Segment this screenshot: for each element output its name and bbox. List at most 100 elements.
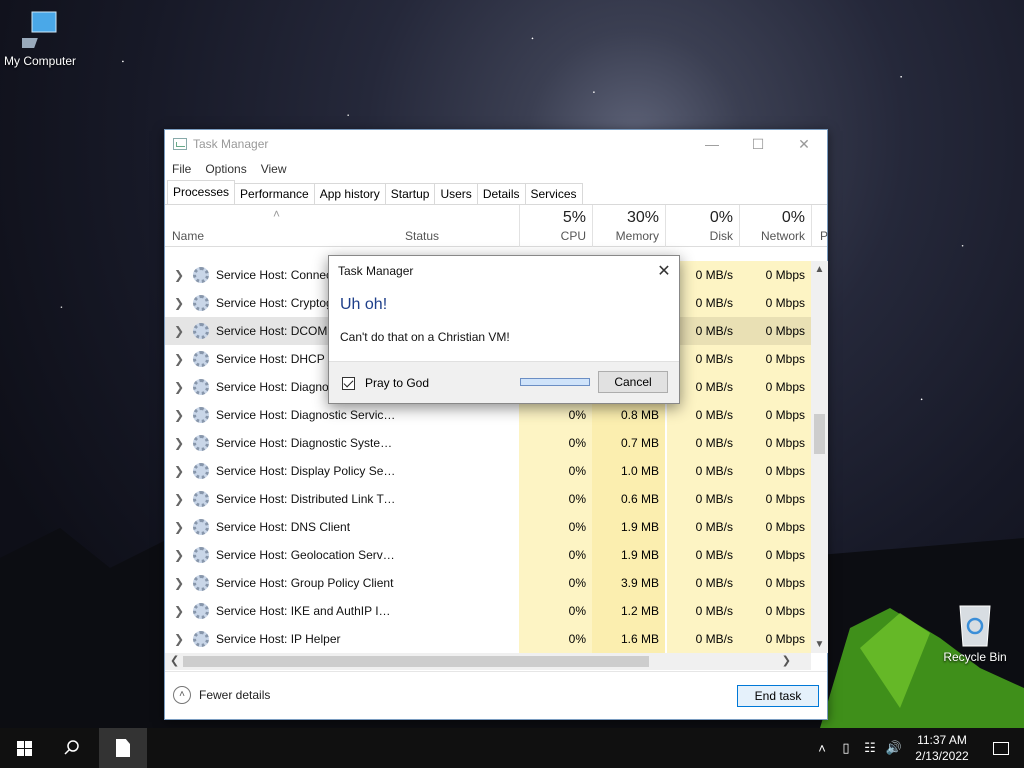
notifications-button[interactable] [978,741,1024,755]
scroll-down-icon[interactable]: ▼ [811,639,828,650]
column-divider [665,205,666,247]
network-cell: 0 Mbps [739,373,811,401]
minimize-button[interactable]: — [689,130,735,158]
menu-options[interactable]: Options [205,162,246,176]
recycle-bin-icon [959,605,991,647]
gear-icon [193,267,209,283]
process-row[interactable]: 0% 1.0 MB 0 MB/s 0 Mbps ❯ Service Host: Displ… [165,457,811,485]
process-name: Service Host: Group Policy Client [216,576,394,590]
maximize-button[interactable]: ☐ [735,130,781,158]
chevron-up-icon: ˄ [173,686,191,704]
tab-users[interactable]: Users [434,183,478,204]
process-row[interactable]: 0% 1.9 MB 0 MB/s 0 Mbps ❯ Service Host: DNS C… [165,513,811,541]
process-row[interactable]: 0% 3.9 MB 0 MB/s 0 Mbps ❯ Service Host: Group… [165,569,811,597]
fewer-details-button[interactable]: ˄ Fewer details [173,686,270,704]
battery-icon[interactable]: ▯ [834,740,858,756]
expand-chevron-icon[interactable]: ❯ [174,576,184,590]
scroll-right-icon[interactable]: ❯ [782,654,791,667]
process-name: Service Host: Display Policy Serv... [216,464,396,478]
process-row[interactable]: 0% 1.2 MB 0 MB/s 0 Mbps ❯ Service Host: IKE a… [165,597,811,625]
expand-chevron-icon[interactable]: ❯ [174,268,184,282]
expand-chevron-icon[interactable]: ❯ [174,604,184,618]
error-dialog: Task Manager ✕ Uh oh! Can't do that on a… [328,255,680,404]
cancel-button[interactable]: Cancel [598,371,668,393]
column-divider [811,205,812,247]
expand-chevron-icon[interactable]: ❯ [174,492,184,506]
column-status[interactable]: Status [405,229,439,243]
process-row[interactable]: 0% 1.6 MB 0 MB/s 0 Mbps ❯ Service Host: IP He… [165,625,811,653]
disk-cell: 0 MB/s [667,597,739,625]
gear-icon [193,491,209,507]
column-memory[interactable]: Memory [592,229,659,243]
menu-view[interactable]: View [261,162,287,176]
scroll-up-icon[interactable]: ▲ [811,264,828,275]
checkbox-checked-icon[interactable] [342,376,355,390]
expand-chevron-icon[interactable]: ❯ [174,352,184,366]
process-row[interactable]: 0% 0.8 MB 0 MB/s 0 Mbps ❯ Service Host: Diagn… [165,401,811,429]
disk-cell: 0 MB/s [667,569,739,597]
column-disk[interactable]: Disk [667,229,733,243]
desktop-icon-my-computer[interactable]: My Computer [0,10,80,68]
process-name: Service Host: Distributed Link Tr... [216,492,396,506]
horizontal-scrollbar[interactable]: ❮ ❯ [165,653,811,670]
column-cpu[interactable]: CPU [519,229,586,243]
vertical-scroll-thumb[interactable] [814,414,825,454]
tab-strip: Processes Performance App history Startu… [165,180,827,205]
expand-chevron-icon[interactable]: ❯ [174,380,184,394]
volume-icon[interactable]: 🔊 [882,740,906,756]
expand-chevron-icon[interactable]: ❯ [174,324,184,338]
end-task-button[interactable]: End task [737,685,819,707]
memory-cell: 0.6 MB [592,485,665,513]
horizontal-scroll-thumb[interactable] [183,656,649,667]
process-row[interactable]: 0% 0.7 MB 0 MB/s 0 Mbps ❯ Service Host: Diagn… [165,429,811,457]
column-extra[interactable]: P [820,229,828,243]
network-cell: 0 Mbps [739,345,811,373]
tab-processes[interactable]: Processes [167,180,236,204]
search-button[interactable] [48,728,96,768]
title-bar[interactable]: Task Manager — ☐ ✕ [165,130,827,158]
expand-chevron-icon[interactable]: ❯ [174,548,184,562]
footer-bar: ˄ Fewer details End task [165,671,827,719]
close-button[interactable]: ✕ [781,130,827,158]
cpu-cell: 0% [519,597,592,625]
cpu-cell: 0% [519,541,592,569]
network-icon[interactable]: ☷ [858,740,882,756]
network-cell: 0 Mbps [739,485,811,513]
expand-chevron-icon[interactable]: ❯ [174,296,184,310]
process-row[interactable]: 0% 0.6 MB 0 MB/s 0 Mbps ❯ Service Host: Distr… [165,485,811,513]
cpu-cell: 0% [519,625,592,653]
notification-icon [993,741,1009,755]
sort-ascending-icon: ˄ [273,207,281,221]
disk-cell: 0 MB/s [667,401,739,429]
pray-checkbox[interactable]: Pray to God [342,376,429,390]
taskbar-app-task-manager[interactable] [99,728,147,768]
clock[interactable]: 11:37 AM 2/13/2022 [906,732,978,764]
tab-performance[interactable]: Performance [234,183,315,204]
column-name[interactable]: Name [172,229,204,243]
start-button[interactable] [0,728,48,768]
expand-chevron-icon[interactable]: ❯ [174,520,184,534]
vertical-scrollbar[interactable]: ▲ ▼ [811,261,828,653]
menu-file[interactable]: File [172,162,191,176]
memory-cell: 1.0 MB [592,457,665,485]
expand-chevron-icon[interactable]: ❯ [174,632,184,646]
chevron-up-icon[interactable]: ˄ [810,741,834,756]
expand-chevron-icon[interactable]: ❯ [174,464,184,478]
tab-startup[interactable]: Startup [384,183,436,204]
expand-chevron-icon[interactable]: ❯ [174,408,184,422]
memory-total: 30% [626,209,659,226]
cpu-cell: 0% [519,429,592,457]
tab-services[interactable]: Services [524,183,583,204]
dialog-close-icon[interactable]: ✕ [649,261,679,281]
process-name: Service Host: IP Helper [216,632,341,646]
scroll-left-icon[interactable]: ❮ [170,654,179,667]
tab-details[interactable]: Details [476,183,526,204]
dialog-button-bar: Pray to God Cancel [329,361,679,403]
memory-cell: 1.2 MB [592,597,665,625]
column-network[interactable]: Network [739,229,805,243]
dialog-title-bar[interactable]: Task Manager ✕ [329,256,679,286]
tab-app-history[interactable]: App history [313,183,386,204]
process-row[interactable]: 0% 1.9 MB 0 MB/s 0 Mbps ❯ Service Host: Geolo… [165,541,811,569]
expand-chevron-icon[interactable]: ❯ [174,436,184,450]
desktop-icon-recycle-bin[interactable]: Recycle Bin [935,602,1015,664]
